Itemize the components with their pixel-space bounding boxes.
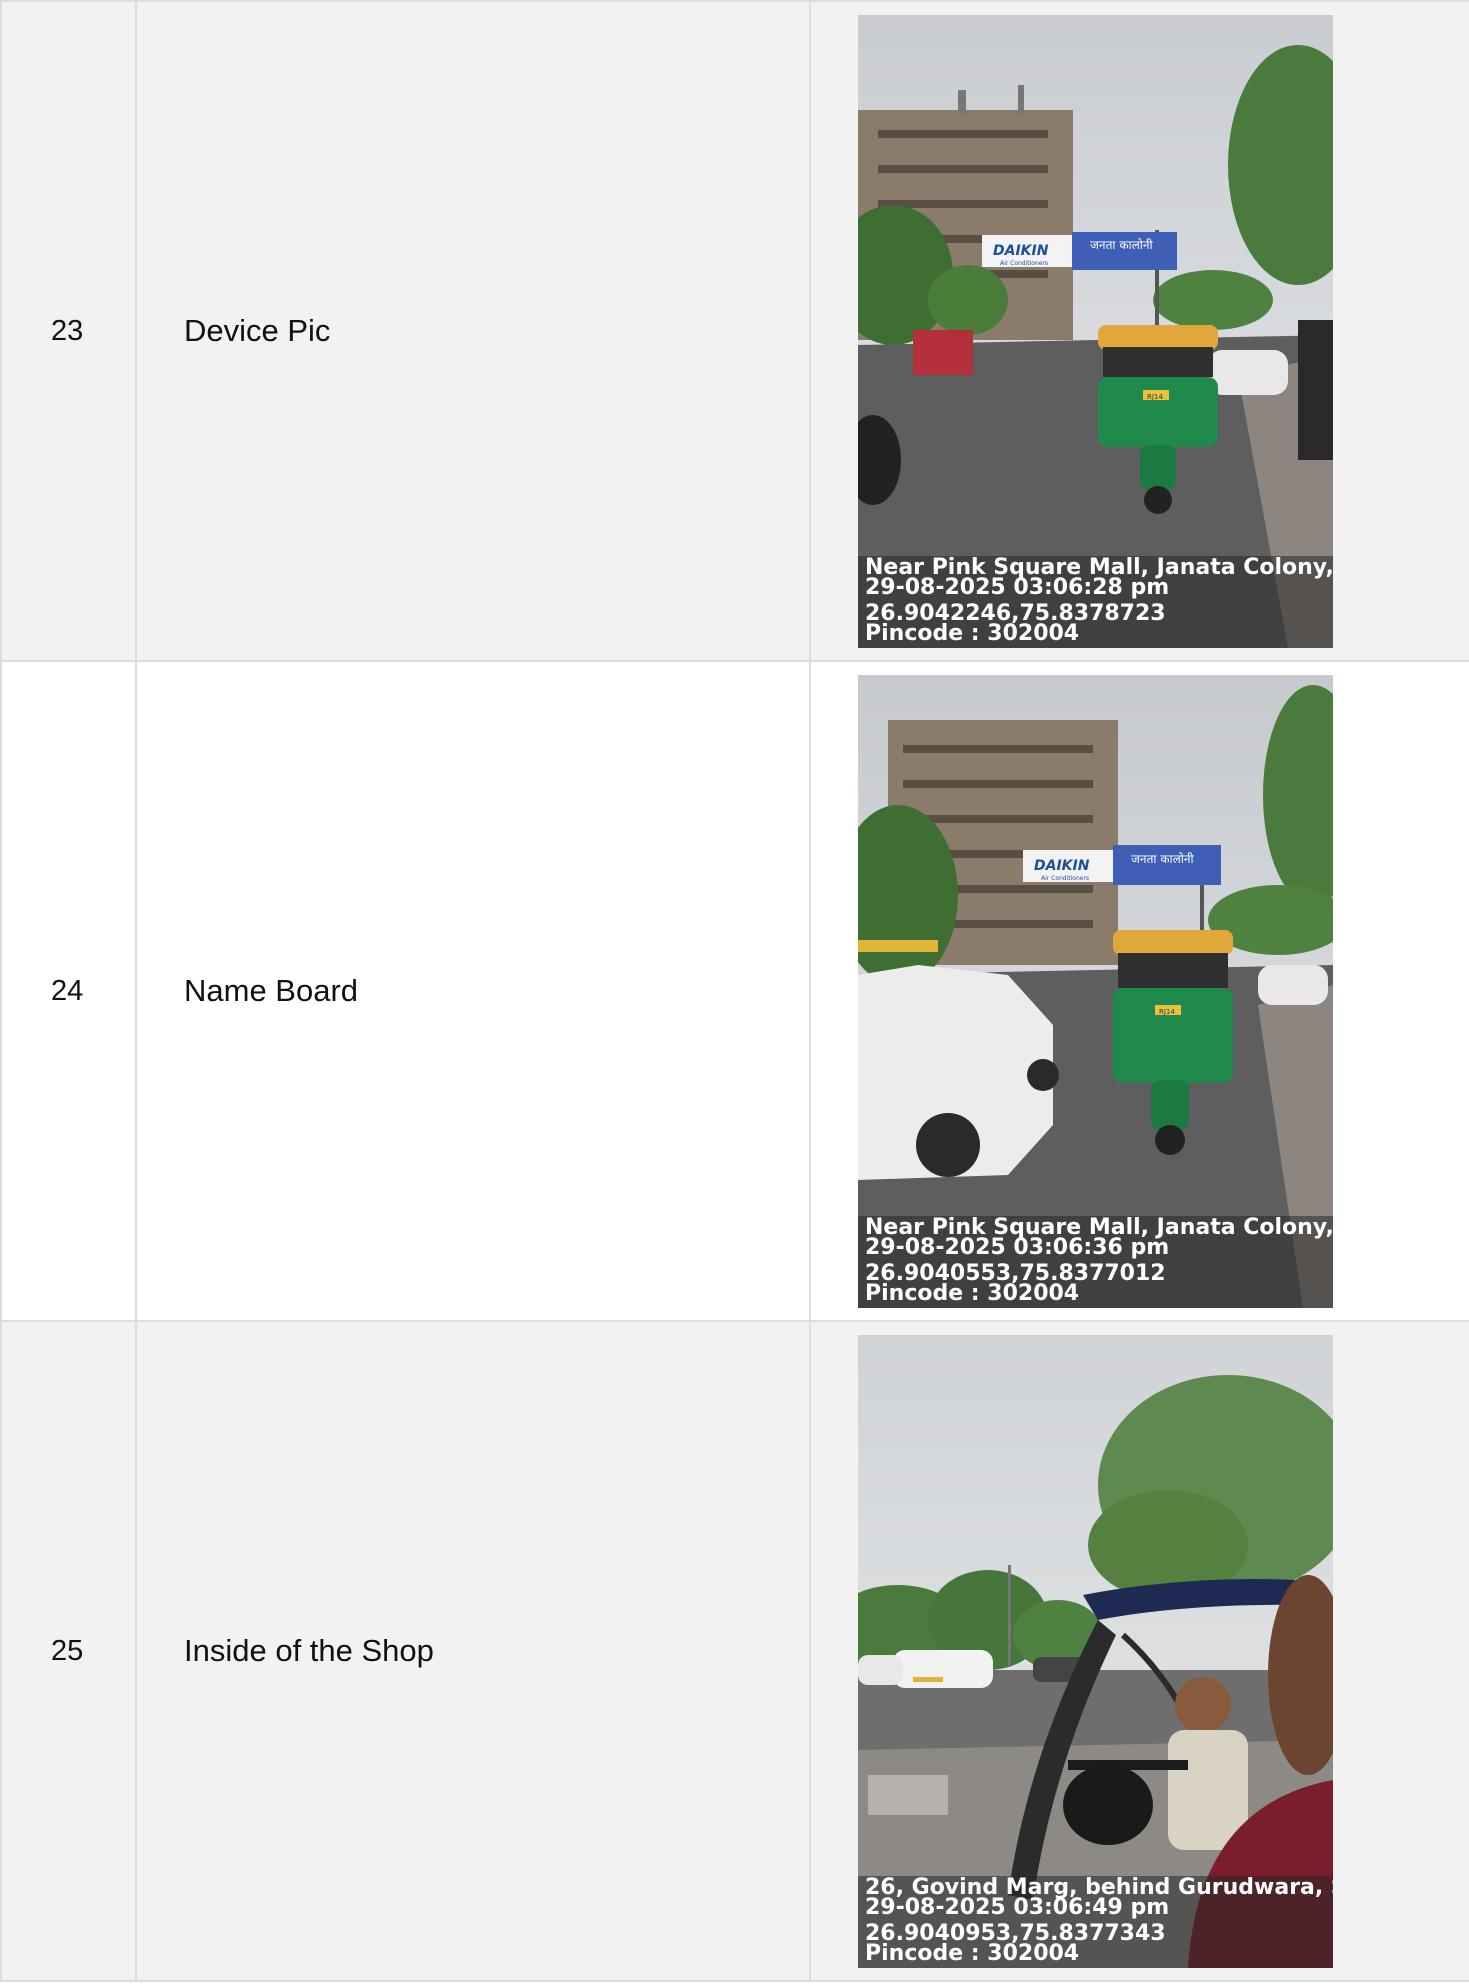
sign-brand: DAIKIN xyxy=(1034,858,1090,874)
plate-text: RJ14 xyxy=(1159,1008,1175,1016)
table-row: 23 Device Pic DAIKIN Air Conditioners जन… xyxy=(0,0,1469,662)
sign-hindi: जनता कालोनी xyxy=(1090,238,1154,252)
row-number: 24 xyxy=(0,660,137,1322)
geotag-overlay: Near Pink Square Mall, Janata Colony, ..… xyxy=(858,555,1333,648)
row-number: 25 xyxy=(0,1320,137,1982)
geotag-pincode: Pincode : 302004 xyxy=(865,620,1080,646)
geotag-datetime: 29-08-2025 03:06:49 pm xyxy=(865,1894,1170,1920)
row-label: Device Pic xyxy=(135,0,811,662)
sign-sub: Air Conditioners xyxy=(1041,875,1089,882)
geotagged-photo[interactable]: 26, Govind Marg, behind Gurudwara, Sethi… xyxy=(858,1334,1333,1968)
street-scene-image: DAIKIN Air Conditioners जनता कालोनी RJ14 xyxy=(858,14,1333,648)
row-label: Inside of the Shop xyxy=(135,1320,811,1982)
geotag-overlay: 26, Govind Marg, behind Gurudwara, Sethi… xyxy=(858,1875,1333,1968)
row-number: 23 xyxy=(0,0,137,662)
sign-hindi: जनता कालोनी xyxy=(1131,852,1195,866)
photo-cell: 26, Govind Marg, behind Gurudwara, Sethi… xyxy=(809,1320,1469,1982)
geotag-pincode: Pincode : 302004 xyxy=(865,1280,1080,1306)
street-scene-image xyxy=(858,1334,1333,1968)
table-row: 25 Inside of the Shop 26, Govind Marg, b… xyxy=(0,1320,1469,1982)
photo-cell: DAIKIN Air Conditioners जनता कालोनी RJ14… xyxy=(809,660,1469,1322)
report-table: 23 Device Pic DAIKIN Air Conditioners जन… xyxy=(0,0,1469,1982)
table-row: 24 Name Board DAIKIN Air Conditioners जन… xyxy=(0,660,1469,1322)
row-label: Name Board xyxy=(135,660,811,1322)
geotag-pincode: Pincode : 302004 xyxy=(865,1940,1080,1966)
sign-brand: DAIKIN xyxy=(993,243,1049,259)
geotagged-photo[interactable]: DAIKIN Air Conditioners जनता कालोनी RJ14… xyxy=(858,674,1333,1308)
plate-text: RJ14 xyxy=(1147,393,1163,401)
geotag-datetime: 29-08-2025 03:06:28 pm xyxy=(865,574,1170,600)
geotag-overlay: Near Pink Square Mall, Janata Colony, ..… xyxy=(858,1215,1333,1308)
geotag-datetime: 29-08-2025 03:06:36 pm xyxy=(865,1234,1170,1260)
sign-sub: Air Conditioners xyxy=(1000,260,1048,267)
street-scene-image: DAIKIN Air Conditioners जनता कालोनी RJ14 xyxy=(858,674,1333,1308)
geotagged-photo[interactable]: DAIKIN Air Conditioners जनता कालोनी RJ14… xyxy=(858,14,1333,648)
photo-cell: DAIKIN Air Conditioners जनता कालोनी RJ14… xyxy=(809,0,1469,662)
